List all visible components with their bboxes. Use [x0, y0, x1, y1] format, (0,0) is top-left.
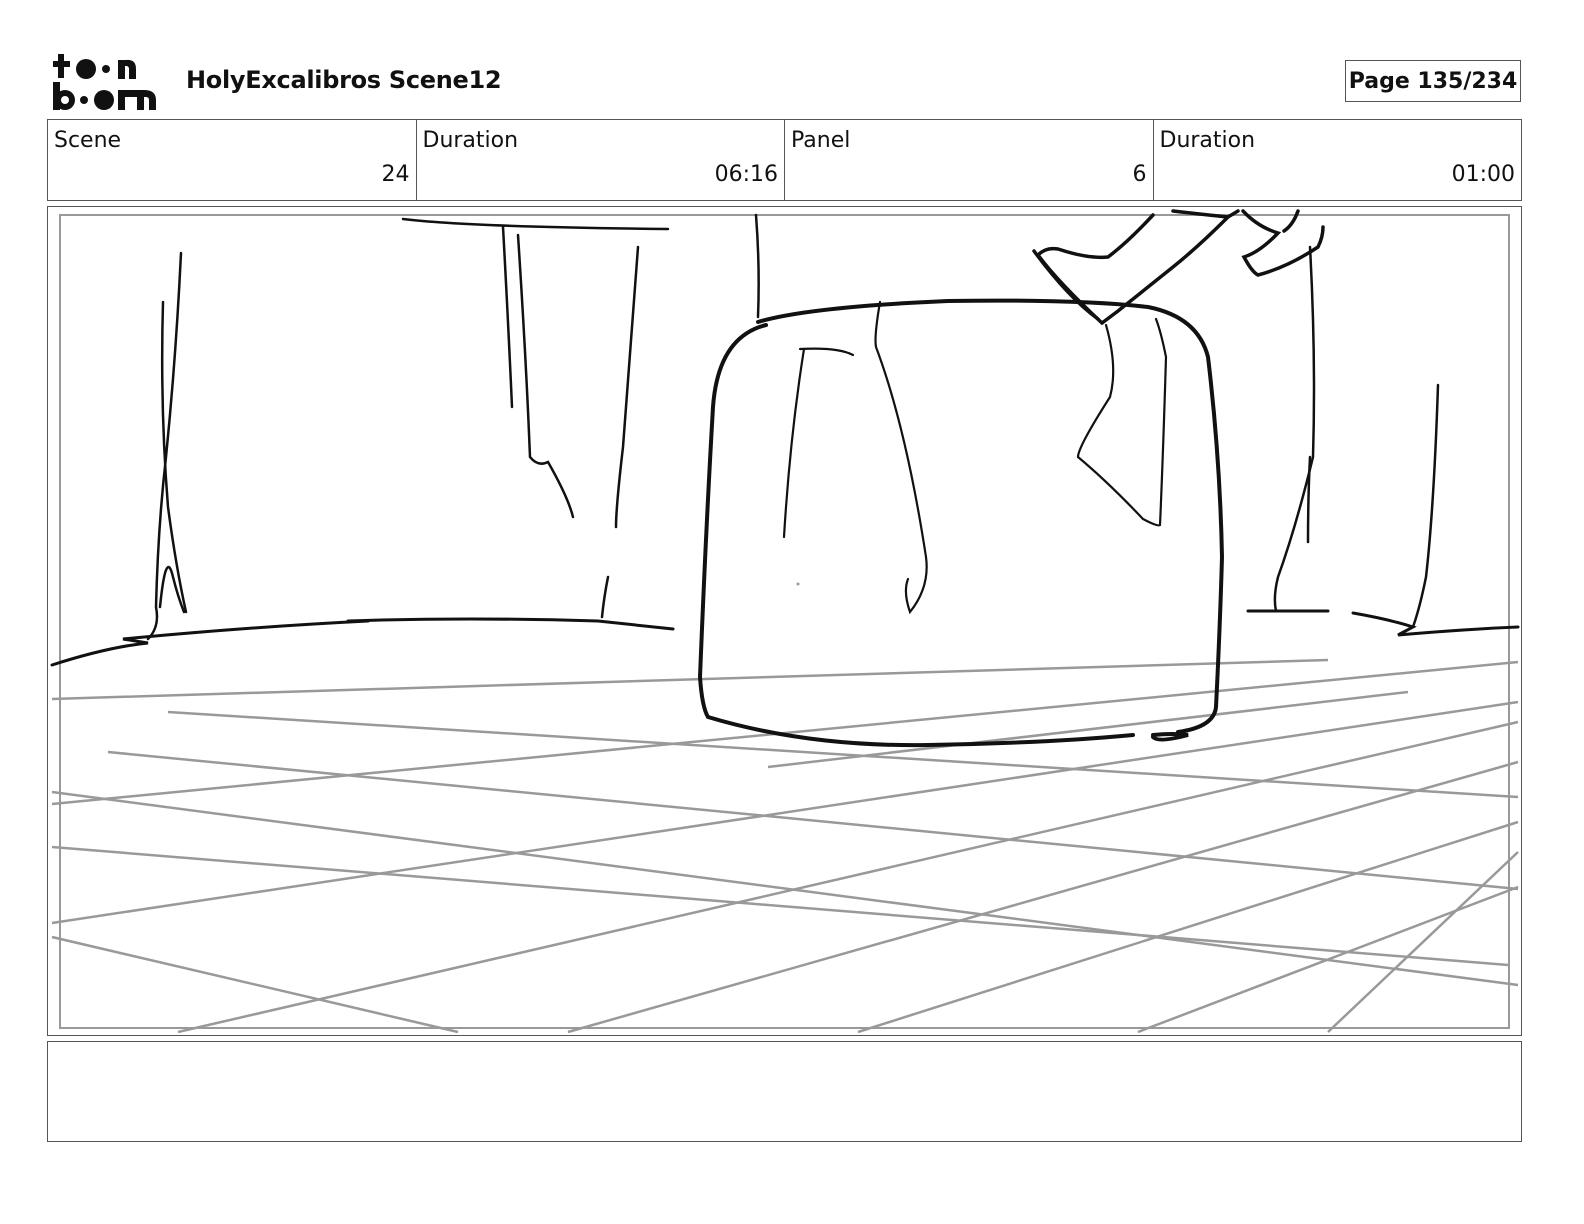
- scene-cell: Scene 24: [48, 120, 417, 200]
- panel-duration-label: Duration: [1159, 128, 1256, 153]
- scene-label: Scene: [54, 128, 122, 153]
- panel-label: Panel: [791, 128, 851, 153]
- scene-duration-label: Duration: [422, 128, 519, 153]
- page-indicator: Page 135/234: [1345, 60, 1521, 102]
- storyboard-panel: [47, 206, 1522, 1036]
- document-title: HolyExcalibros Scene12: [186, 66, 502, 94]
- panel-value: 6: [1132, 162, 1147, 187]
- scene-duration-value: 06:16: [714, 162, 778, 187]
- panel-cell: Panel 6: [785, 120, 1154, 200]
- panel-duration-cell: Duration 01:00: [1154, 120, 1522, 200]
- panel-duration-value: 01:00: [1451, 162, 1515, 187]
- panel-sketch: [50, 209, 1520, 1034]
- toon-boom-logo: [53, 54, 156, 110]
- scene-duration-cell: Duration 06:16: [417, 120, 785, 200]
- info-row: Scene 24 Duration 06:16 Panel 6 Duration…: [47, 119, 1522, 201]
- scene-value: 24: [381, 162, 410, 187]
- panel-caption-box: [47, 1041, 1522, 1142]
